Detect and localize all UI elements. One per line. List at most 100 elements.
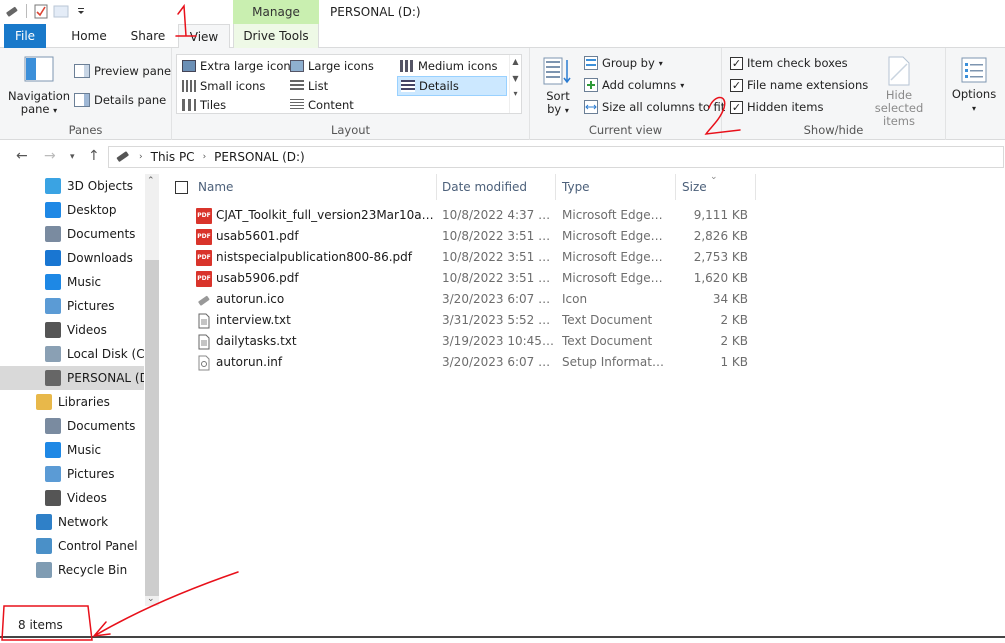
hidden-items-label: Hidden items <box>747 100 824 114</box>
tab-home[interactable]: Home <box>62 24 116 48</box>
file-name-cell[interactable]: PDF usab5906.pdf <box>196 268 434 289</box>
nav-item-music[interactable]: Music <box>0 270 144 294</box>
nav-scrollbar-thumb[interactable] <box>145 260 159 596</box>
column-header-size[interactable]: Size ⌄ <box>676 172 756 200</box>
table-row[interactable]: PDF nistspecialpublication800-86.pdf 10/8/… <box>190 247 760 268</box>
breadcrumb-this-pc[interactable]: This PC <box>151 150 195 164</box>
select-all-checkbox[interactable] <box>175 181 188 194</box>
layout-content[interactable]: Content <box>287 96 357 114</box>
layout-small-icons[interactable]: Small icons <box>179 77 268 95</box>
breadcrumb-personal-drive[interactable]: PERSONAL (D:) <box>214 150 305 164</box>
details-icon <box>401 80 415 92</box>
window-bottom-border <box>0 636 1005 638</box>
nav-item-pictures[interactable]: Pictures <box>0 462 144 486</box>
layout-item-label: Extra large icons <box>200 59 297 73</box>
drive-icon[interactable] <box>4 3 20 19</box>
nav-item-local-disk-c[interactable]: Local Disk (C:) <box>0 342 144 366</box>
customize-qat-icon[interactable] <box>73 3 89 19</box>
scroll-up-icon[interactable]: ⌃ <box>147 176 155 186</box>
size-columns-icon <box>584 100 598 114</box>
file-name-cell[interactable]: PDF nistspecialpublication800-86.pdf <box>196 247 434 268</box>
details-pane-button[interactable]: Details pane <box>74 93 166 107</box>
hide-selected-items-button[interactable]: Hide selected items <box>860 56 938 128</box>
up-arrow-icon[interactable]: ↑ <box>88 148 100 164</box>
chevron-down-icon[interactable]: ▼ <box>510 74 521 83</box>
address-bar[interactable]: › This PC › PERSONAL (D:) <box>108 146 1004 168</box>
table-row[interactable]: dailytasks.txt 3/19/2023 10:45 AM Text Doc… <box>190 331 760 352</box>
forward-arrow-icon[interactable]: → <box>44 148 56 164</box>
nav-item-documents[interactable]: Documents <box>0 414 144 438</box>
file-name-extensions-toggle[interactable]: ✓ File name extensions <box>730 78 868 92</box>
navigation-pane-button[interactable]: Navigation pane ▾ <box>8 56 70 117</box>
layout-gallery-scroller[interactable]: ▲ ▼ ▾ <box>509 55 521 113</box>
column-header-type[interactable]: Type <box>556 174 676 200</box>
file-date-cell: 10/8/2022 4:37 PM <box>442 208 554 222</box>
file-name-cell[interactable]: autorun.inf <box>196 352 434 373</box>
sort-by-button[interactable]: Sort by ▾ <box>540 56 576 117</box>
file-name-cell[interactable]: PDF usab5601.pdf <box>196 226 434 247</box>
window-title: PERSONAL (D:) <box>330 5 421 19</box>
table-row[interactable]: interview.txt 3/31/2023 5:52 AM Text Docum… <box>190 310 760 331</box>
expand-gallery-icon[interactable]: ▾ <box>510 89 521 98</box>
file-name-cell[interactable]: interview.txt <box>196 310 434 331</box>
group-by-button[interactable]: Group by ▾ <box>584 56 663 70</box>
tab-drive-tools[interactable]: Drive Tools <box>233 24 319 48</box>
nav-item-3d-objects[interactable]: 3D Objects <box>0 174 144 198</box>
nav-item-network[interactable]: Network <box>0 510 144 534</box>
layout-medium-icons[interactable]: Medium icons <box>397 57 500 75</box>
nav-scrollbar[interactable]: ⌃ ⌄ <box>145 174 159 606</box>
layout-tiles[interactable]: Tiles <box>179 96 229 114</box>
column-header-date-modified[interactable]: Date modified <box>436 174 556 200</box>
tab-share[interactable]: Share <box>124 24 172 48</box>
layout-list[interactable]: List <box>287 77 331 95</box>
table-row[interactable]: autorun.inf 3/20/2023 6:07 AM Setup Inform… <box>190 352 760 373</box>
layout-item-label: Tiles <box>200 98 227 112</box>
item-check-boxes-toggle[interactable]: ✓ Item check boxes <box>730 56 848 70</box>
preview-pane-icon <box>74 64 90 78</box>
nav-item-libraries[interactable]: Libraries <box>0 390 144 414</box>
size-all-columns-button[interactable]: Size all columns to fit <box>584 100 725 114</box>
back-arrow-icon[interactable]: ← <box>16 148 28 164</box>
nav-item-videos[interactable]: Videos <box>0 318 144 342</box>
file-type-cell: Text Document <box>562 313 653 327</box>
add-columns-button[interactable]: Add columns ▾ <box>584 78 684 92</box>
hidden-items-toggle[interactable]: ✓ Hidden items <box>730 100 823 114</box>
new-folder-icon[interactable] <box>53 3 69 19</box>
scroll-down-icon[interactable]: ⌄ <box>147 594 155 604</box>
checkbox-checked-icon[interactable]: ✓ <box>730 100 743 114</box>
layout-details[interactable]: Details <box>397 76 507 96</box>
properties-icon[interactable] <box>33 3 49 19</box>
nav-item-downloads[interactable]: Downloads <box>0 246 144 270</box>
table-row[interactable]: PDF usab5601.pdf 10/8/2022 3:51 PM Microsof… <box>190 226 760 247</box>
checkbox-checked-icon[interactable]: ✓ <box>730 78 743 92</box>
nav-item-pictures[interactable]: Pictures <box>0 294 144 318</box>
file-name-cell[interactable]: autorun.ico <box>196 289 434 310</box>
preview-pane-button[interactable]: Preview pane <box>74 64 171 78</box>
options-button[interactable]: Options ▾ <box>948 56 1000 115</box>
file-name-cell[interactable]: dailytasks.txt <box>196 331 434 352</box>
layout-extra-large-icons[interactable]: Extra large icons <box>179 57 300 75</box>
tab-file[interactable]: File <box>4 24 46 48</box>
breadcrumb-separator-icon: › <box>139 152 143 162</box>
file-type-cell: Setup Information <box>562 355 666 369</box>
checkbox-checked-icon[interactable]: ✓ <box>730 56 743 70</box>
nav-item-videos[interactable]: Videos <box>0 486 144 510</box>
nav-item-music[interactable]: Music <box>0 438 144 462</box>
tab-view[interactable]: View <box>178 24 230 49</box>
chevron-up-icon[interactable]: ▲ <box>510 57 521 66</box>
file-name-cell[interactable]: PDF CJAT_Toolkit_full_version23Mar10all.p… <box>196 205 434 226</box>
table-row[interactable]: PDF usab5906.pdf 10/8/2022 3:51 PM Microsof… <box>190 268 760 289</box>
layout-large-icons[interactable]: Large icons <box>287 57 377 75</box>
details-pane-label: Details pane <box>94 93 167 107</box>
table-row[interactable]: autorun.ico 3/20/2023 6:07 AM Icon 34 KB <box>190 289 760 310</box>
recent-locations-chevron-icon[interactable]: ▾ <box>70 152 75 162</box>
column-header-label: Date modified <box>442 180 528 194</box>
table-row[interactable]: PDF CJAT_Toolkit_full_version23Mar10all.p… <box>190 205 760 226</box>
column-header-name[interactable]: Name <box>192 174 437 200</box>
nav-item-recycle-bin[interactable]: Recycle Bin <box>0 558 144 582</box>
nav-item-personal-d[interactable]: PERSONAL (D:) <box>0 366 144 390</box>
nav-item-documents[interactable]: Documents <box>0 222 144 246</box>
manage-context-tab[interactable]: Manage <box>233 0 319 24</box>
nav-item-desktop[interactable]: Desktop <box>0 198 144 222</box>
nav-item-control-panel[interactable]: Control Panel <box>0 534 144 558</box>
